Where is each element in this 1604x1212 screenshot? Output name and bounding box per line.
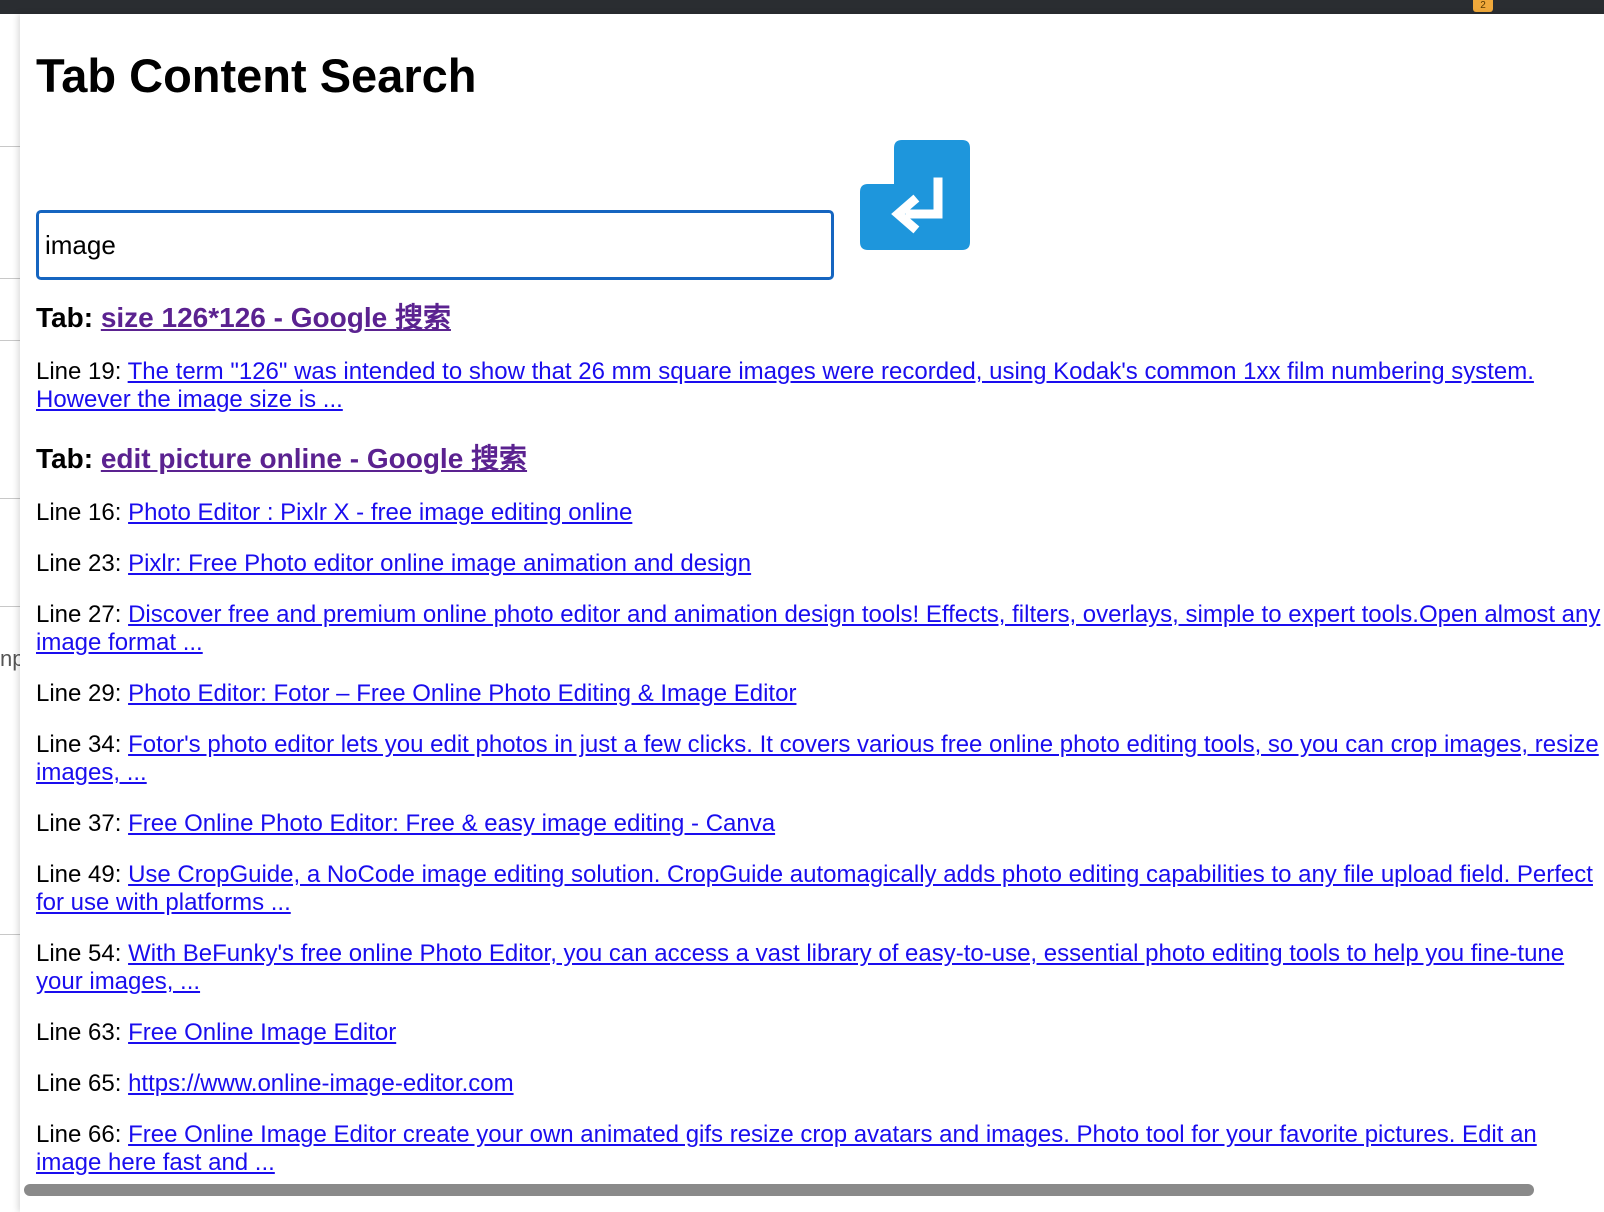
result-link[interactable]: The term "126" was intended to show that…: [36, 358, 1534, 413]
background-divider: [0, 146, 20, 147]
result-line: Line 63: Free Online Image Editor: [36, 1019, 1604, 1047]
result-link[interactable]: https://www.online-image-editor.com: [128, 1070, 514, 1097]
line-number-label: Line 65:: [36, 1070, 129, 1097]
tab-heading: Tab: size 126*126 - Google 搜索: [36, 296, 1604, 336]
line-number-label: Line 29:: [36, 680, 129, 707]
result-link[interactable]: Photo Editor : Pixlr X - free image edit…: [128, 499, 632, 526]
line-number-label: Line 54:: [36, 940, 129, 967]
result-line: Line 66: Free Online Image Editor create…: [36, 1121, 1604, 1177]
result-line: Line 19: The term "126" was intended to …: [36, 358, 1604, 414]
result-link[interactable]: Discover free and premium online photo e…: [36, 601, 1600, 656]
horizontal-scrollbar[interactable]: [24, 1184, 1534, 1196]
enter-return-icon: [860, 140, 970, 250]
line-number-label: Line 27:: [36, 601, 129, 628]
background-text-fragment: np: [0, 646, 20, 671]
result-line: Line 27: Discover free and premium onlin…: [36, 601, 1604, 657]
result-link[interactable]: Free Online Image Editor create your own…: [36, 1121, 1537, 1176]
line-number-label: Line 19:: [36, 358, 128, 385]
browser-toolbar: 2: [0, 0, 1604, 14]
line-number-label: Line 66:: [36, 1121, 129, 1148]
page-title: Tab Content Search: [36, 49, 477, 102]
result-line: Line 29: Photo Editor: Fotor – Free Onli…: [36, 680, 1604, 708]
background-divider: [0, 340, 20, 341]
result-line: Line 37: Free Online Photo Editor: Free …: [36, 810, 1604, 838]
extension-popup: Tab Content Search Tab: size 126*126 - G…: [20, 14, 1604, 1212]
result-line: Line 23: Pixlr: Free Photo editor online…: [36, 550, 1604, 578]
line-number-label: Line 37:: [36, 810, 129, 837]
search-submit-button[interactable]: [858, 138, 972, 254]
background-divider: [0, 278, 20, 279]
tab-label: Tab:: [36, 443, 101, 474]
tab-title-link[interactable]: edit picture online - Google 搜索: [101, 443, 527, 474]
extension-badge[interactable]: 2: [1473, 0, 1493, 12]
result-link[interactable]: Photo Editor: Fotor – Free Online Photo …: [128, 680, 796, 707]
line-number-label: Line 16:: [36, 499, 129, 526]
result-link[interactable]: Pixlr: Free Photo editor online image an…: [128, 550, 751, 577]
result-line: Line 34: Fotor's photo editor lets you e…: [36, 731, 1604, 787]
line-number-label: Line 49:: [36, 861, 129, 888]
background-divider: [0, 934, 20, 935]
tab-label: Tab:: [36, 302, 101, 333]
result-link[interactable]: With BeFunky's free online Photo Editor,…: [36, 940, 1564, 995]
line-number-label: Line 63:: [36, 1019, 129, 1046]
result-link[interactable]: Fotor's photo editor lets you edit photo…: [36, 731, 1599, 786]
background-divider: [0, 498, 20, 499]
line-number-label: Line 23:: [36, 550, 129, 577]
tab-heading: Tab: edit picture online - Google 搜索: [36, 437, 1604, 477]
background-divider: [0, 606, 20, 607]
result-line: Line 49: Use CropGuide, a NoCode image e…: [36, 861, 1604, 917]
result-line: Line 16: Photo Editor : Pixlr X - free i…: [36, 499, 1604, 527]
tab-title-link[interactable]: size 126*126 - Google 搜索: [101, 302, 451, 333]
result-link[interactable]: Free Online Image Editor: [128, 1019, 396, 1046]
line-number-label: Line 34:: [36, 731, 129, 758]
result-line: Line 54: With BeFunky's free online Phot…: [36, 940, 1604, 996]
result-line: Line 65: https://www.online-image-editor…: [36, 1070, 1604, 1098]
result-link[interactable]: Free Online Photo Editor: Free & easy im…: [128, 810, 775, 837]
background-page: np: [0, 14, 21, 1212]
results-list: Tab: size 126*126 - Google 搜索 Line 19: Th…: [36, 296, 1604, 1200]
search-input[interactable]: [36, 210, 834, 280]
result-link[interactable]: Use CropGuide, a NoCode image editing so…: [36, 861, 1593, 916]
